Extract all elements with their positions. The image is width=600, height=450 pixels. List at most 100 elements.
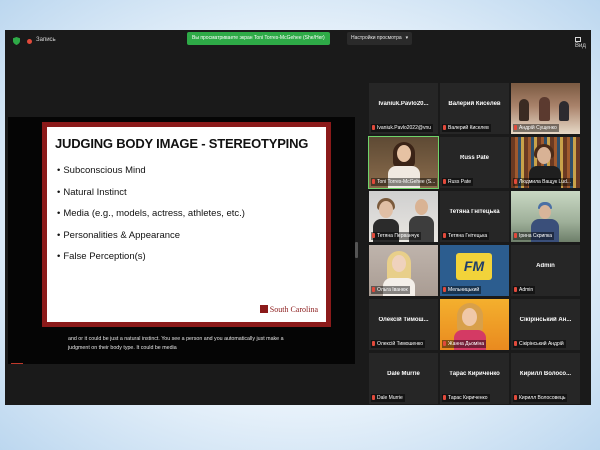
participant-label-text: Тетяна Гнітецька (448, 233, 488, 239)
muted-mic-icon (514, 233, 517, 238)
participant-label-text: Toni Torres-McGehee (S... (377, 179, 436, 185)
participant-name-label: Тетяна Гнітецька (442, 232, 490, 240)
participant-display-name: Dale Murrie (387, 371, 420, 377)
muted-mic-icon (372, 179, 375, 184)
participant-tile[interactable]: Ірина Скрипка (511, 191, 580, 242)
participant-name-label: Ivaniuk.Pavlo2022@vnu (371, 124, 433, 132)
security-shield-icon[interactable] (13, 37, 20, 45)
slide-bullet: Natural Instinct (57, 187, 245, 209)
participant-name-label: Ольга Іванюк (371, 286, 410, 294)
video-figure (519, 99, 529, 121)
participant-label-text: Людмила Ващук Lud... (519, 179, 572, 185)
participant-label-text: Жанна Дьоміна (448, 341, 485, 347)
muted-mic-icon (443, 395, 446, 400)
caption-line: judgment on their body type. It could be… (68, 345, 177, 351)
participant-name-label: Сікірінський Андрій (513, 340, 566, 348)
caption-line: and or it could be just a natural instin… (68, 336, 284, 342)
participant-display-name: Russ Pate (459, 155, 489, 161)
participant-tile[interactable]: Dale Murrie Dale Murrie (369, 353, 438, 404)
participant-label-text: Андрій Сущенко (519, 125, 557, 131)
presentation-slide: JUDGING BODY IMAGE - STEREOTYPING Subcon… (42, 122, 331, 327)
view-button[interactable]: Вид (575, 37, 591, 49)
participant-tile[interactable]: Тарас Кириченко Тарас Кириченко (440, 353, 509, 404)
participant-name-label: Мельницький (442, 286, 482, 294)
participant-label-text: Сікірінський Андрій (519, 341, 564, 347)
participant-tile[interactable]: Сікірінський Ан... Сікірінський Андрій (511, 299, 580, 350)
shared-screen: JUDGING BODY IMAGE - STEREOTYPING Subcon… (8, 117, 355, 364)
participant-tile[interactable]: Toni Torres-McGehee (S... (368, 136, 439, 189)
video-figure (537, 147, 551, 164)
participant-display-name: Ivaniuk.Pavlo20... (378, 101, 429, 107)
logo-mark-icon (259, 305, 268, 313)
participant-tile[interactable]: Андрій Сущенко (511, 83, 580, 134)
muted-mic-icon (514, 287, 517, 292)
participant-name-label: Toni Torres-McGehee (S... (371, 178, 437, 186)
screen-share-banner: Вы просматриваете экран Toni Torres-McGe… (187, 32, 330, 45)
participant-name-label: Ірина Скрипка (513, 232, 555, 240)
video-figure (539, 205, 551, 219)
meeting-top-bar: Запись Вы просматриваете экран Toni Torr… (5, 30, 591, 52)
participant-tile[interactable]: Жанна Дьоміна (440, 299, 509, 350)
slide-bullet: False Perception(s) (57, 251, 245, 273)
video-figure (415, 199, 428, 215)
participant-name-label: Кирилл Волосовець (513, 394, 568, 402)
muted-mic-icon (514, 125, 517, 130)
slide-bullet: Subconscious Mind (57, 165, 245, 187)
participant-label-text: Admin (519, 287, 534, 293)
participant-tile[interactable]: Russ Pate Russ Pate (440, 137, 509, 188)
muted-mic-icon (372, 395, 375, 400)
participant-tile[interactable]: Людмила Ващук Lud... (511, 137, 580, 188)
recording-label[interactable]: Запись (36, 37, 56, 43)
participant-tile[interactable]: Admin Admin (511, 245, 580, 296)
video-figure (559, 101, 569, 121)
participant-name-label: Людмила Ващук Lud... (513, 178, 574, 186)
view-options-label: Настройки просмотра (351, 35, 402, 41)
participant-label-text: Dale Murrie (377, 395, 403, 401)
university-logo: South Carolina (259, 305, 318, 314)
video-figure (462, 308, 477, 326)
participant-display-name: Сікірінський Ан... (519, 317, 572, 323)
split-resize-handle[interactable] (355, 242, 358, 258)
fm-logo: FM (456, 253, 492, 280)
chevron-down-icon: ▾ (405, 35, 409, 41)
participant-label-text: Ірина Скрипка (519, 233, 553, 239)
participant-display-name: Тарас Кириченко (449, 371, 500, 377)
view-button-label: Вид (575, 43, 586, 49)
participant-tile[interactable]: FM Мельницький (440, 245, 509, 296)
participant-name-label: Admin (513, 286, 536, 294)
muted-mic-icon (443, 179, 446, 184)
participant-tile[interactable]: Валерий Киселев Валерий Киселев (440, 83, 509, 134)
participant-tile[interactable]: Кирилл Волосо... Кирилл Волосовець (511, 353, 580, 404)
participant-name-label: Жанна Дьоміна (442, 340, 487, 348)
participant-display-name: Кирилл Волосо... (519, 371, 572, 377)
recording-dot-icon (27, 39, 32, 44)
grid-view-icon (575, 37, 581, 42)
edge-marker (11, 363, 23, 364)
view-options-button[interactable]: Настройки просмотра ▾ (347, 32, 413, 45)
muted-mic-icon (372, 233, 375, 238)
participant-label-text: Ivaniuk.Pavlo2022@vnu (377, 125, 431, 131)
muted-mic-icon (514, 341, 517, 346)
participant-label-text: Тетяна Перванчук (377, 233, 419, 239)
participant-display-name: Олексій Тимош... (378, 317, 429, 323)
video-figure (379, 201, 393, 218)
slide-bullet: Media (e.g., models, actress, athletes, … (57, 208, 245, 230)
participant-label-text: Russ Pate (448, 179, 472, 185)
participant-label-text: Тарас Кириченко (448, 395, 488, 401)
zoom-window: Запись Вы просматриваете экран Toni Torr… (5, 30, 591, 405)
participant-tile[interactable]: Ivaniuk.Pavlo20... Ivaniuk.Pavlo2022@vnu (369, 83, 438, 134)
participant-label-text: Валерий Киселев (448, 125, 489, 131)
participant-tile[interactable]: Тетяна Гнітецька Тетяна Гнітецька (440, 191, 509, 242)
participant-name-label: Валерий Киселев (442, 124, 491, 132)
muted-mic-icon (372, 341, 375, 346)
participant-tile[interactable]: Олексій Тимош... Олексій Тимошенко (369, 299, 438, 350)
participant-name-label: Тарас Кириченко (442, 394, 490, 402)
participant-tile[interactable]: Тетяна Перванчук (369, 191, 438, 242)
participant-tile[interactable]: Ольга Іванюк (369, 245, 438, 296)
participant-name-label: Андрій Сущенко (513, 124, 559, 132)
participant-label-text: Олексій Тимошенко (377, 341, 423, 347)
participant-label-text: Кирилл Волосовець (519, 395, 566, 401)
participant-display-name: Admin (536, 263, 555, 269)
logo-text: South Carolina (269, 305, 318, 314)
slide-content: JUDGING BODY IMAGE - STEREOTYPING Subcon… (47, 127, 326, 322)
